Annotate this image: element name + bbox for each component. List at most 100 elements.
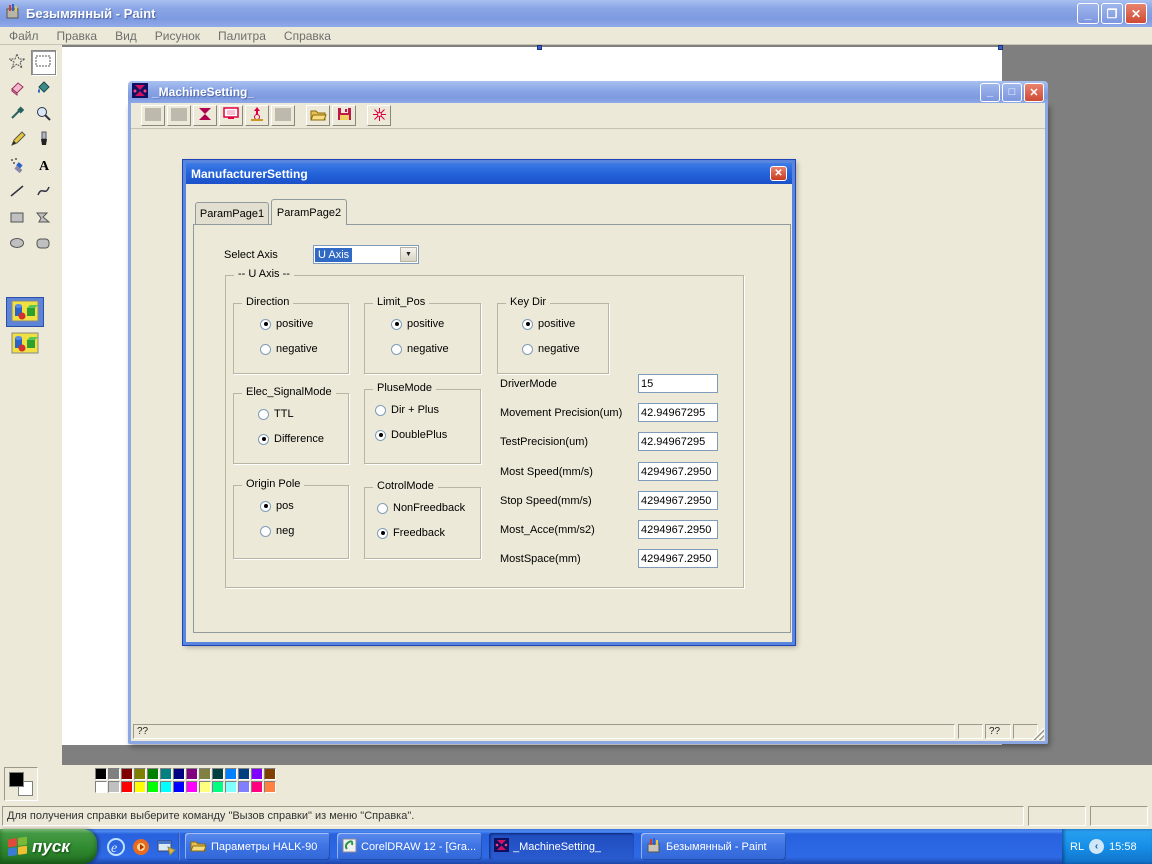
color-swatch-5[interactable]	[160, 768, 172, 780]
color-swatch-13[interactable]	[264, 768, 276, 780]
radio-option-positive[interactable]: positive	[391, 318, 444, 330]
color-swatch-7[interactable]	[186, 768, 198, 780]
color-swatch-15[interactable]	[108, 781, 120, 793]
color-swatch-17[interactable]	[134, 781, 146, 793]
color-swatch-27[interactable]	[264, 781, 276, 793]
radio-option-negative[interactable]: negative	[260, 343, 318, 355]
tool-fill[interactable]	[31, 76, 56, 101]
color-swatch-8[interactable]	[199, 768, 211, 780]
language-indicator[interactable]: RL	[1070, 841, 1084, 853]
canvas-resize-handle-corner[interactable]	[998, 45, 1003, 50]
tool-brush[interactable]	[31, 128, 56, 153]
radio-option-negative[interactable]: negative	[522, 343, 580, 355]
tool-line[interactable]	[5, 180, 30, 205]
menu-item-1[interactable]: Правка	[48, 28, 107, 44]
radio-button[interactable]	[522, 318, 533, 330]
radio-option-doubleplus[interactable]: DoublePlus	[375, 429, 447, 441]
color-swatch-6[interactable]	[173, 768, 185, 780]
tab-parampage1[interactable]: ParamPage1	[195, 202, 269, 225]
tool-airbrush[interactable]	[5, 154, 30, 179]
radio-button[interactable]	[260, 343, 271, 355]
color-swatch-21[interactable]	[186, 781, 198, 793]
color-swatch-12[interactable]	[251, 768, 263, 780]
color-swatch-3[interactable]	[134, 768, 146, 780]
tool-curve[interactable]	[31, 180, 56, 205]
machinesetting-titlebar[interactable]: _MachineSetting_ _ □ ✕	[128, 81, 1048, 103]
task-button-paint[interactable]: Безымянный - Paint	[641, 833, 786, 860]
color-swatch-9[interactable]	[212, 768, 224, 780]
field-input-drivermode[interactable]	[638, 374, 718, 393]
internet-explorer-icon[interactable]: e	[106, 837, 126, 857]
close-button[interactable]: ✕	[1125, 3, 1147, 24]
radio-button[interactable]	[522, 343, 533, 355]
machine-close-button[interactable]: ✕	[1024, 82, 1044, 102]
menu-item-5[interactable]: Справка	[275, 28, 340, 44]
machine-toolbar-button-axis-home-4[interactable]	[245, 105, 269, 126]
radio-button[interactable]	[258, 408, 269, 420]
restore-button[interactable]: ❐	[1101, 3, 1123, 24]
color-swatch-22[interactable]	[199, 781, 211, 793]
field-input-most-speed-mm-s-[interactable]	[638, 462, 718, 481]
tool-select[interactable]	[31, 50, 56, 75]
dialog-close-button[interactable]: ✕	[770, 166, 787, 181]
radio-option-negative[interactable]: negative	[391, 343, 449, 355]
selection-option-2[interactable]	[6, 329, 44, 359]
task-button-coreldraw[interactable]: CorelDRAW 12 - [Gra...	[337, 833, 482, 860]
machine-toolbar-button-open-folder-6[interactable]	[306, 105, 330, 126]
machine-toolbar-button-transform-2[interactable]	[193, 105, 217, 126]
color-swatch-11[interactable]	[238, 768, 250, 780]
tool-color-picker[interactable]	[5, 102, 30, 127]
tool-ellipse[interactable]	[5, 232, 30, 257]
color-swatch-10[interactable]	[225, 768, 237, 780]
dialog-titlebar[interactable]: ManufacturerSetting ✕	[186, 163, 792, 184]
media-player-icon[interactable]	[131, 837, 151, 857]
radio-option-ttl[interactable]: TTL	[258, 408, 294, 420]
selection-option-1[interactable]	[6, 297, 44, 327]
tool-rectangle[interactable]	[5, 206, 30, 231]
radio-option-pos[interactable]: pos	[260, 500, 294, 512]
radio-button[interactable]	[375, 404, 386, 416]
radio-button[interactable]	[391, 318, 402, 330]
color-swatch-19[interactable]	[160, 781, 172, 793]
tool-text[interactable]: A	[31, 154, 56, 179]
color-swatch-0[interactable]	[95, 768, 107, 780]
color-swatch-1[interactable]	[108, 768, 120, 780]
tool-magnifier[interactable]	[31, 102, 56, 127]
color-swatch-25[interactable]	[238, 781, 250, 793]
machine-toolbar-button-blank-0[interactable]	[141, 105, 165, 126]
machine-minimize-button[interactable]: _	[980, 82, 1000, 102]
menu-item-2[interactable]: Вид	[106, 28, 146, 44]
field-input-mostspace-mm-[interactable]	[638, 549, 718, 568]
show-desktop-icon[interactable]	[156, 837, 176, 857]
color-swatch-14[interactable]	[95, 781, 107, 793]
radio-button[interactable]	[375, 429, 386, 441]
radio-button[interactable]	[260, 500, 271, 512]
field-input-movement-precision-um-[interactable]	[638, 403, 718, 422]
tool-free-form-select[interactable]	[5, 50, 30, 75]
color-swatch-18[interactable]	[147, 781, 159, 793]
tool-eraser[interactable]	[5, 76, 30, 101]
menu-item-4[interactable]: Палитра	[209, 28, 275, 44]
color-swatch-4[interactable]	[147, 768, 159, 780]
machine-toolbar-button-origin-star-8[interactable]	[367, 105, 391, 126]
radio-option-positive[interactable]: positive	[260, 318, 313, 330]
canvas-resize-handle-top[interactable]	[537, 45, 542, 50]
tool-rounded-rectangle[interactable]	[31, 232, 56, 257]
machine-toolbar-button-monitor-3[interactable]	[219, 105, 243, 126]
tab-parampage2[interactable]: ParamPage2	[271, 199, 347, 225]
radio-button[interactable]	[258, 433, 269, 445]
task-button-machine[interactable]: _MachineSetting_	[489, 833, 634, 860]
radio-option-positive[interactable]: positive	[522, 318, 575, 330]
menu-item-3[interactable]: Рисунок	[146, 28, 209, 44]
radio-button[interactable]	[391, 343, 402, 355]
machine-toolbar-button-blank-1[interactable]	[167, 105, 191, 126]
radio-button[interactable]	[377, 502, 388, 514]
radio-option-freedback[interactable]: Freedback	[377, 527, 445, 539]
radio-option-neg[interactable]: neg	[260, 525, 294, 537]
chevron-left-icon[interactable]: ‹	[1089, 839, 1105, 854]
radio-button[interactable]	[260, 318, 271, 330]
field-input-most-acce-mm-s2-[interactable]	[638, 520, 718, 539]
machine-toolbar-button-blank-5[interactable]	[271, 105, 295, 126]
start-button[interactable]: пуск	[0, 829, 97, 864]
radio-option-nonfreedback[interactable]: NonFreedback	[377, 502, 465, 514]
